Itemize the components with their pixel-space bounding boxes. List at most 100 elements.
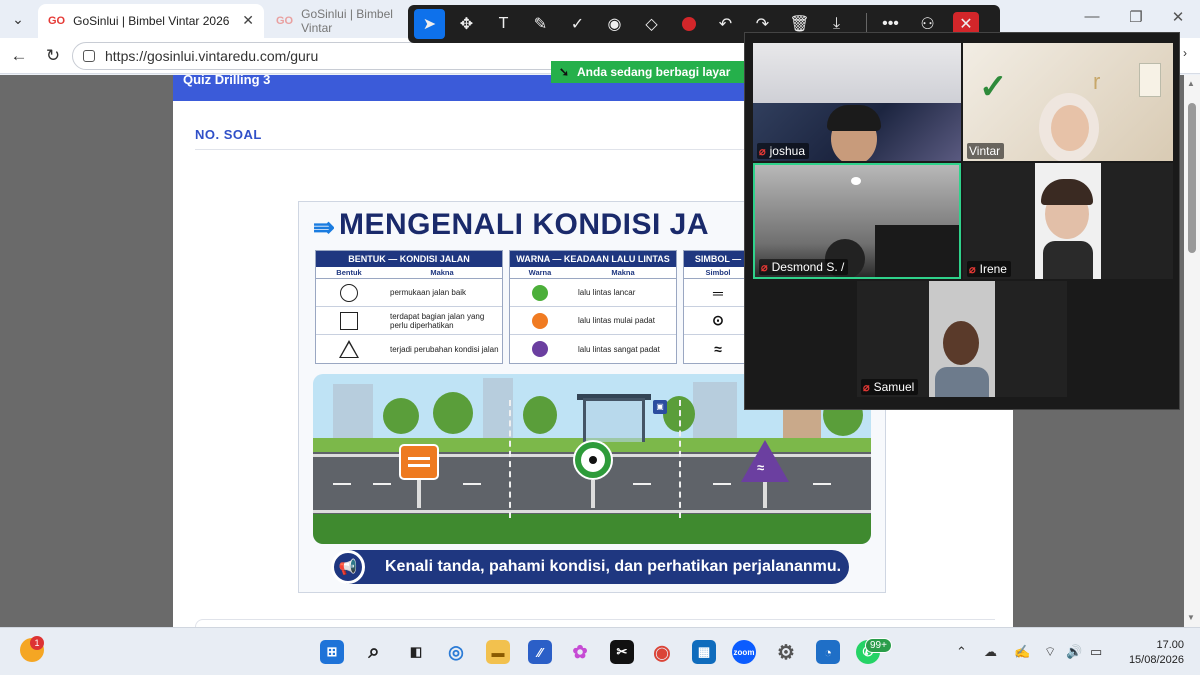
color-table: WARNA — KEADAAN LALU LINTAS Warna Makna … (509, 250, 677, 364)
text-icon[interactable]: T (488, 9, 519, 39)
store-app-icon[interactable]: ∕∕ (528, 640, 552, 664)
minimize-icon[interactable]: — (1080, 8, 1104, 25)
square-shape-icon (340, 311, 358, 330)
capcut-icon[interactable]: ✂ (610, 640, 634, 664)
shape-table-header: BENTUK — KONDISI JALAN (316, 251, 502, 267)
pen-icon[interactable]: ✎ (525, 9, 556, 39)
tray-chevron-up-icon[interactable]: ⌃ (956, 644, 967, 660)
scroll-up-icon[interactable]: ▲ (1187, 79, 1195, 88)
wifi-icon[interactable]: ⌔ (1044, 644, 1056, 660)
back-icon[interactable]: ← (8, 46, 30, 66)
zoom-gallery-window[interactable]: ⌀ joshua ✓ r Vintar ⌀ Desmond S. / ⌀ Irene … (744, 32, 1180, 410)
check-icon[interactable]: ✓ (562, 9, 593, 39)
video-tile-irene[interactable]: ⌀ Irene (963, 163, 1173, 279)
copilot-icon[interactable]: ✿ (568, 640, 592, 664)
scroll-thumb[interactable] (1188, 103, 1196, 253)
table-row: terdapat bagian jalan yang perlu diperha… (316, 307, 502, 335)
start-icon[interactable]: ⊞ (320, 640, 344, 664)
participant-name: Irene (979, 262, 1007, 276)
file-explorer-icon[interactable]: ▬ (486, 640, 510, 664)
task-view-icon[interactable]: ◧ (404, 640, 428, 664)
battery-icon[interactable]: ▭ (1090, 644, 1102, 660)
dot-circle-symbol: ⊙ (712, 312, 724, 328)
video-tile-vintar[interactable]: ✓ r Vintar (963, 43, 1173, 161)
double-line-symbol: ═ (713, 284, 723, 301)
mic-muted-icon: ⌀ (969, 263, 976, 276)
cloud-sync-icon[interactable]: ☁ (984, 644, 997, 660)
settings-gear-icon[interactable]: ⚙ (774, 640, 798, 664)
orange-dot-icon (532, 312, 548, 329)
participant-name: Desmond S. / (771, 260, 845, 274)
window-close-icon[interactable]: ✕ (1166, 8, 1190, 26)
circle-shape-icon (340, 283, 358, 302)
infographic-title: MENGENALI KONDISI JA (339, 208, 710, 241)
pen-input-icon[interactable]: ✍ (1014, 644, 1030, 660)
clock-time: 17.00 (1156, 639, 1184, 651)
wall-sign (1139, 63, 1161, 97)
table-row: ≈ (684, 335, 752, 363)
col-header: Bentuk (336, 268, 362, 277)
green-dot-icon (532, 284, 548, 301)
video-tile-samuel[interactable]: ⌀ Samuel (857, 281, 1067, 397)
scroll-down-icon[interactable]: ▼ (1187, 613, 1195, 622)
green-circle-sign (573, 440, 613, 480)
col-header: Makna (430, 268, 454, 277)
participant-name: Vintar (969, 144, 1001, 158)
spotlight-icon[interactable]: ◉ (599, 9, 630, 39)
tab-inactive[interactable]: GO GoSinlui | Bimbel Vintar (266, 4, 416, 38)
table-row: terjadi perubahan kondisi jalan (316, 335, 502, 363)
participant-name: joshua (769, 144, 805, 158)
tab-title: GoSinlui | Bimbel Vintar (301, 7, 393, 35)
zoom-app-icon[interactable]: zoom (732, 640, 756, 664)
search-icon[interactable]: ⌕ (362, 640, 386, 664)
tab-title: GoSinlui | Bimbel Vintar 2026 (73, 14, 230, 28)
symbol-table: SIMBOL — Simbol ═ ⊙ ≈ (683, 250, 753, 364)
slogan-banner: 📢 Kenali tanda, pahami kondisi, dan perh… (331, 550, 849, 584)
move-icon[interactable]: ✥ (451, 9, 482, 39)
share-banner-text: Anda sedang berbagi layar (577, 65, 731, 79)
tab-list-chevron-icon[interactable]: ⌄ (8, 9, 28, 29)
video-tile-joshua[interactable]: ⌀ joshua (753, 43, 961, 161)
table-row: lalu lintas mulai padat (510, 307, 676, 335)
screen-share-banner: ➘ Anda sedang berbagi layar (551, 61, 751, 83)
tab-close-icon[interactable]: ✕ (242, 12, 254, 29)
participant-name: Samuel (873, 380, 915, 394)
meaning-text: lalu lintas mulai padat (578, 316, 655, 325)
video-tile-desmond[interactable]: ⌀ Desmond S. / (753, 163, 961, 279)
microsoft-store-icon[interactable]: ▦ (692, 640, 716, 664)
reload-icon[interactable]: ↻ (42, 46, 64, 66)
meaning-text: lalu lintas sangat padat (578, 344, 660, 354)
scrollbar[interactable]: ▲ ▼ (1184, 75, 1200, 627)
table-row: permukaan jalan baik (316, 279, 502, 307)
next-section (195, 619, 995, 627)
purple-dot-icon (532, 341, 548, 357)
meaning-text: terjadi perubahan kondisi jalan (390, 344, 499, 354)
site-info-icon[interactable] (83, 50, 95, 62)
divider (195, 149, 755, 150)
snipping-tool-icon[interactable]: ◔ (816, 640, 840, 664)
select-icon[interactable]: ➤ (414, 9, 445, 39)
notification-badge: 1 (30, 636, 44, 650)
purple-triangle-sign (741, 440, 789, 482)
clock-date: 15/08/2026 (1128, 654, 1184, 666)
share-icon: ➘ (558, 65, 570, 79)
wave-mark-icon: ≈ (757, 460, 765, 475)
site-logo-icon: GO (276, 15, 294, 27)
volume-icon[interactable]: 🔊 (1066, 644, 1082, 660)
undo-icon[interactable]: ↶ (710, 9, 741, 39)
mic-muted-icon: ⌀ (759, 145, 766, 158)
record-icon[interactable] (673, 9, 704, 39)
meaning-text: permukaan jalan baik (390, 288, 467, 297)
megaphone-icon: 📢 (331, 550, 365, 584)
edge-browser-icon[interactable]: ◎ (444, 640, 468, 664)
bus-stop-icon: ▣ (653, 400, 667, 414)
restore-icon[interactable]: ❐ (1124, 8, 1148, 26)
table-row: ═ (684, 279, 752, 307)
system-clock[interactable]: 17.00 15/08/2026 (1129, 638, 1184, 668)
table-row: ⊙ (684, 307, 752, 335)
tab-active[interactable]: GO GoSinlui | Bimbel Vintar 2026 ✕ (38, 4, 264, 38)
eraser-icon[interactable]: ◇ (636, 9, 667, 39)
wave-symbol: ≈ (714, 341, 722, 357)
vintar-logo-icon: ✓ (979, 68, 1008, 106)
chrome-icon[interactable]: ◉ (650, 640, 674, 664)
